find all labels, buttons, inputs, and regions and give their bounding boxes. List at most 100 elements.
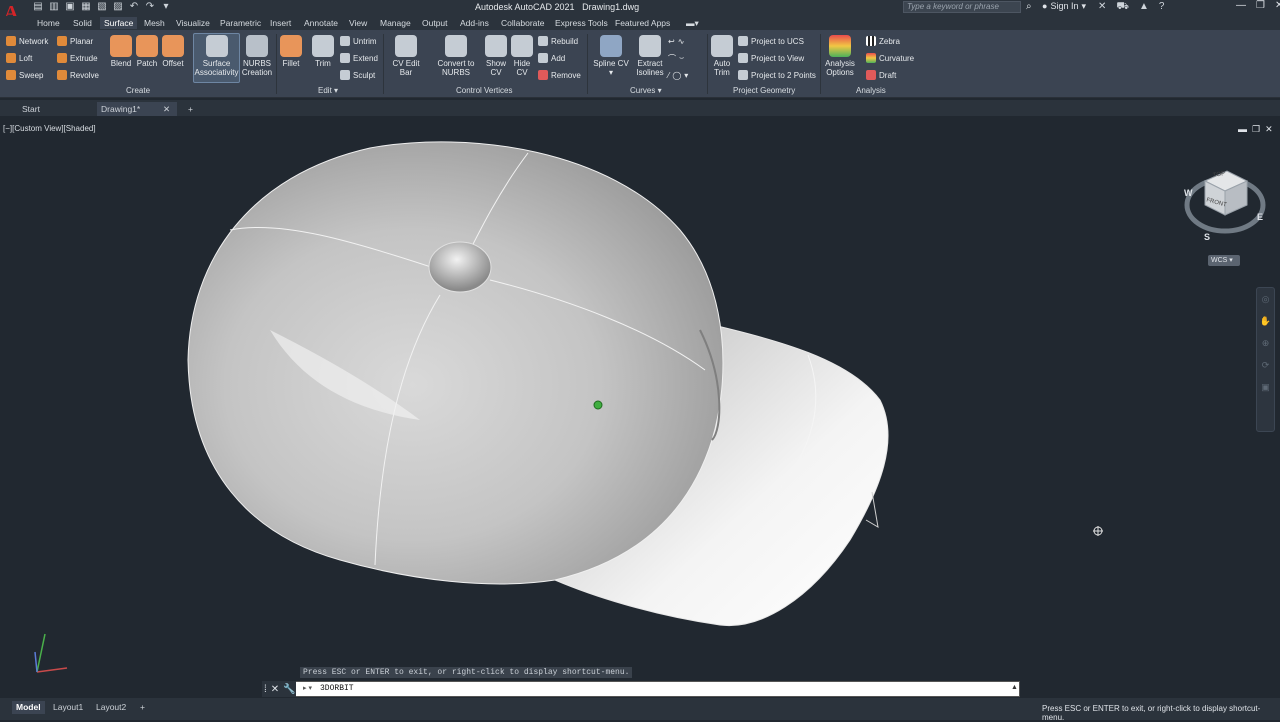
spline-cv-button[interactable]: Spline CV ▾ [592, 35, 630, 77]
surface-associativity-button[interactable]: Surface Associativity [193, 35, 240, 77]
analysis-options-button[interactable]: Analysis Options [824, 35, 856, 77]
command-input[interactable] [262, 681, 1020, 697]
tab-manage[interactable]: Manage [376, 17, 415, 29]
restore-icon[interactable]: ❐ [1256, 0, 1265, 11]
qat-dropdown-icon[interactable]: ▾ [160, 1, 172, 13]
orbit-icon[interactable]: ⟳ [1257, 354, 1274, 376]
curve-tool-3[interactable]: ⁄ ◯ ▾ [668, 69, 688, 81]
planar-button[interactable]: Planar [57, 35, 93, 47]
panel-title-curves[interactable]: Curves ▾ [630, 86, 662, 95]
close-tab-icon[interactable]: ✕ [163, 102, 170, 116]
project-to-view-button[interactable]: Project to View [738, 52, 804, 64]
extract-isolines-button[interactable]: Extract Isolines [634, 35, 666, 77]
rebuild-button[interactable]: Rebuild [538, 35, 578, 47]
cv-edit-bar-button[interactable]: CV Edit Bar [386, 35, 426, 77]
fillet-button[interactable]: Fillet [279, 35, 303, 68]
loft-button[interactable]: Loft [6, 52, 32, 64]
wcs-menu[interactable]: WCS ▾ [1208, 255, 1240, 266]
sculpt-button[interactable]: Sculpt [340, 69, 375, 81]
tab-surface[interactable]: Surface [100, 17, 138, 29]
pan-icon[interactable]: ✋ [1257, 310, 1274, 332]
add-layout-icon[interactable]: + [136, 701, 149, 714]
panel-title-edit[interactable]: Edit ▾ [318, 86, 338, 95]
layout-tab-layout2[interactable]: Layout2 [92, 701, 130, 714]
save-icon[interactable]: ▣ [64, 1, 76, 13]
tab-parametric[interactable]: Parametric [216, 17, 265, 29]
close-icon[interactable]: ✕ [1275, 0, 1280, 11]
tab-visualize[interactable]: Visualize [172, 17, 214, 29]
tab-mesh[interactable]: Mesh [140, 17, 169, 29]
hide-cv-button[interactable]: Hide CV [510, 35, 534, 77]
auto-trim-button[interactable]: Auto Trim [710, 35, 734, 77]
model-canvas[interactable] [0, 120, 1280, 698]
ribbon-toggle-icon[interactable]: ▬▾ [682, 17, 703, 29]
extrude-button[interactable]: Extrude [57, 52, 98, 64]
open-file-icon[interactable]: ▥ [48, 1, 60, 13]
new-file-icon[interactable]: ▤ [32, 1, 44, 13]
zebra-button[interactable]: Zebra [866, 35, 900, 47]
layout-tab-layout1[interactable]: Layout1 [49, 701, 87, 714]
exchange-icon[interactable]: ✕ [1098, 1, 1106, 14]
steering-wheel-icon[interactable]: ◎ [1257, 288, 1274, 310]
curve-tool-1[interactable]: ↩ ∿ [668, 35, 684, 47]
convert-to-nurbs-button[interactable]: Convert to NURBS [435, 35, 477, 77]
zoom-icon[interactable]: ⊕ [1257, 332, 1274, 354]
show-cv-button[interactable]: Show CV [484, 35, 508, 77]
tab-annotate[interactable]: Annotate [300, 17, 342, 29]
tab-add-ins[interactable]: Add-ins [456, 17, 493, 29]
panel-title-project-geometry[interactable]: Project Geometry [733, 86, 795, 95]
tab-collaborate[interactable]: Collaborate [497, 17, 548, 29]
plot-icon[interactable]: ▨ [112, 1, 124, 13]
trim-button[interactable]: Trim [311, 35, 335, 68]
tab-home[interactable]: Home [33, 17, 64, 29]
remove-cv-button[interactable]: Remove [538, 69, 581, 81]
compass-south[interactable]: S [1204, 232, 1210, 242]
minimize-icon[interactable]: — [1236, 0, 1246, 11]
viewport-restore-icon[interactable]: ❐ [1252, 124, 1260, 135]
tab-output[interactable]: Output [418, 17, 452, 29]
sign-in-button[interactable]: ● Sign In ▾ [1042, 1, 1086, 12]
sweep-button[interactable]: Sweep [6, 69, 43, 81]
patch-button[interactable]: Patch [135, 35, 159, 68]
revolve-button[interactable]: Revolve [57, 69, 99, 81]
command-close-icon[interactable]: ✕ [271, 684, 279, 695]
extend-button[interactable]: Extend [340, 52, 378, 64]
curve-tool-2[interactable]: ⌒ ⌣ [668, 52, 684, 64]
autodesk-a360-icon[interactable]: ▲ [1139, 1, 1149, 14]
compass-west[interactable]: W [1184, 188, 1193, 198]
panel-title-create[interactable]: Create [126, 86, 150, 95]
project-to-ucs-button[interactable]: Project to UCS [738, 35, 804, 47]
help-icon[interactable]: ? [1159, 1, 1165, 14]
tab-view[interactable]: View [345, 17, 371, 29]
web-mobile-icon[interactable]: ▧ [96, 1, 108, 13]
cart-icon[interactable]: ⛟ [1116, 1, 1129, 14]
file-tab-start[interactable]: Start [18, 102, 44, 116]
command-grip-icon[interactable]: ⁞ [264, 684, 267, 695]
tab-express-tools[interactable]: Express Tools [551, 17, 612, 29]
panel-title-control-vertices[interactable]: Control Vertices [456, 86, 512, 95]
search-icon[interactable]: ⌕ [1026, 1, 1032, 12]
undo-icon[interactable]: ↶ [128, 1, 140, 13]
blend-button[interactable]: Blend [109, 35, 133, 68]
drawing-viewport[interactable]: TOP FRONT W S E WCS ▾ [0, 120, 1280, 698]
recent-commands-icon[interactable]: ▸ ▾ [303, 684, 312, 692]
panel-title-analysis[interactable]: Analysis [856, 86, 886, 95]
viewport-controls-label[interactable]: [−][Custom View][Shaded] [3, 124, 96, 133]
offset-button[interactable]: Offset [160, 35, 186, 68]
project-to-2-points-button[interactable]: Project to 2 Points [738, 69, 816, 81]
viewport-close-icon[interactable]: ✕ [1265, 124, 1273, 135]
layout-tab-model[interactable]: Model [12, 701, 45, 714]
tab-solid[interactable]: Solid [69, 17, 96, 29]
command-customize-icon[interactable]: 🔧 [283, 684, 295, 695]
redo-icon[interactable]: ↷ [144, 1, 156, 13]
save-as-icon[interactable]: ▦ [80, 1, 92, 13]
untrim-button[interactable]: Untrim [340, 35, 377, 47]
tab-insert[interactable]: Insert [266, 17, 295, 29]
showmotion-icon[interactable]: ▣ [1257, 376, 1274, 398]
new-tab-icon[interactable]: + [184, 102, 197, 116]
draft-button[interactable]: Draft [866, 69, 896, 81]
command-history-icon[interactable]: ▲ [1011, 684, 1018, 691]
add-cv-button[interactable]: Add [538, 52, 565, 64]
compass-east[interactable]: E [1257, 212, 1263, 222]
nurbs-creation-button[interactable]: NURBS Creation [241, 35, 273, 77]
